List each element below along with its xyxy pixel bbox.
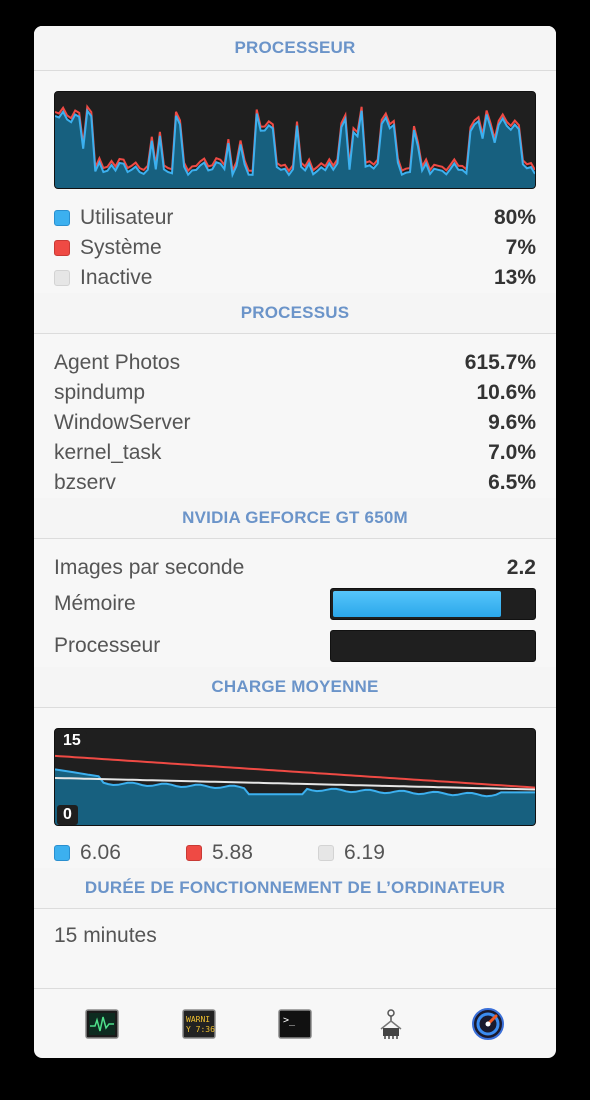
process-value: 10.6%: [476, 381, 536, 404]
load-15min-value: 6.19: [344, 841, 385, 864]
load-1min: 6.06: [54, 841, 186, 865]
load-5min: 5.88: [186, 841, 318, 865]
process-value: 7.0%: [488, 441, 536, 464]
gpu-processor-label: Processeur: [54, 634, 161, 657]
process-name: WindowServer: [54, 411, 191, 434]
svg-text:>_: >_: [283, 1015, 296, 1026]
load-5min-value: 5.88: [212, 841, 253, 864]
section-header-uptime: DURÉE DE FONCTIONNEMENT DE L’ORDINATEUR: [34, 868, 556, 909]
load-5min-swatch: [186, 845, 202, 861]
load-1min-swatch: [54, 845, 70, 861]
svg-text:Y 7:36: Y 7:36: [186, 1025, 215, 1034]
load-15min: 6.19: [318, 841, 450, 865]
gpu-memory-bar: [330, 588, 536, 620]
load-graph-svg: [55, 754, 535, 825]
gpu-fps-row: Images par seconde 2.2: [34, 553, 556, 583]
load-scale-min: 0: [57, 805, 78, 825]
process-name: Agent Photos: [54, 351, 181, 374]
gpu-processor-row: Processeur: [34, 625, 556, 667]
gpu-memory-row: Mémoire: [34, 583, 556, 625]
app-shortcuts-toolbar: WARNI Y 7:36 >_: [34, 988, 556, 1058]
gpu-fps-label: Images par seconde: [54, 556, 245, 579]
load-scale-max: 15: [57, 731, 87, 751]
process-row[interactable]: spindump 10.6%: [34, 378, 556, 408]
process-name: kernel_task: [54, 441, 162, 464]
section-header-processor: PROCESSEUR: [34, 26, 556, 71]
cpu-user-label: Utilisateur: [80, 206, 174, 229]
cpu-system-value: 7%: [505, 236, 536, 259]
process-row[interactable]: kernel_task 7.0%: [34, 438, 556, 468]
load-1min-value: 6.06: [80, 841, 121, 864]
process-row[interactable]: WindowServer 9.6%: [34, 408, 556, 438]
section-header-load: CHARGE MOYENNE: [34, 667, 556, 708]
process-value: 615.7%: [464, 351, 536, 374]
cpu-system-label: Système: [80, 236, 162, 259]
terminal-icon[interactable]: >_: [275, 1004, 315, 1044]
process-value: 6.5%: [488, 471, 536, 494]
load-legend: 6.06 5.88 6.19: [34, 838, 556, 868]
cpu-graph-svg: [55, 104, 535, 188]
process-value: 9.6%: [488, 411, 536, 434]
uptime-row: 15 minutes: [34, 921, 556, 951]
section-header-gpu: NVIDIA GEFORCE GT 650M: [34, 498, 556, 539]
idle-swatch: [54, 270, 70, 286]
system-swatch: [54, 240, 70, 256]
cpu-history-graph: [54, 91, 536, 189]
user-swatch: [54, 210, 70, 226]
process-name: bzserv: [54, 471, 116, 494]
process-name: spindump: [54, 381, 146, 404]
load-1min-area: [55, 769, 535, 825]
cpu-legend-idle: Inactive 13%: [34, 263, 556, 293]
load-15min-swatch: [318, 845, 334, 861]
uptime-value: 15 minutes: [54, 924, 157, 947]
process-row[interactable]: Agent Photos 615.7%: [34, 348, 556, 378]
gpu-memory-bar-fill: [333, 591, 501, 617]
process-row[interactable]: bzserv 6.5%: [34, 468, 556, 498]
cpu-idle-label: Inactive: [80, 266, 153, 289]
gpu-fps-value: 2.2: [506, 556, 536, 579]
cpu-legend-system: Système 7%: [34, 233, 556, 263]
svg-text:WARNI: WARNI: [186, 1015, 210, 1024]
gpu-memory-label: Mémoire: [54, 592, 136, 615]
section-header-processes: PROCESSUS: [34, 293, 556, 334]
system-information-icon[interactable]: [371, 1004, 411, 1044]
cpu-idle-value: 13%: [493, 266, 536, 289]
cpu-user-value: 80%: [493, 206, 536, 229]
cpu-legend-user: Utilisateur 80%: [34, 203, 556, 233]
istat-panel: PROCESSEUR Utilisateur 80% Système 7% In…: [34, 26, 556, 1058]
load-history-graph: 15 0: [54, 728, 536, 826]
console-icon[interactable]: WARNI Y 7:36: [179, 1004, 219, 1044]
disk-utility-icon[interactable]: [468, 1004, 508, 1044]
gpu-processor-bar: [330, 630, 536, 662]
activity-monitor-icon[interactable]: [82, 1004, 122, 1044]
